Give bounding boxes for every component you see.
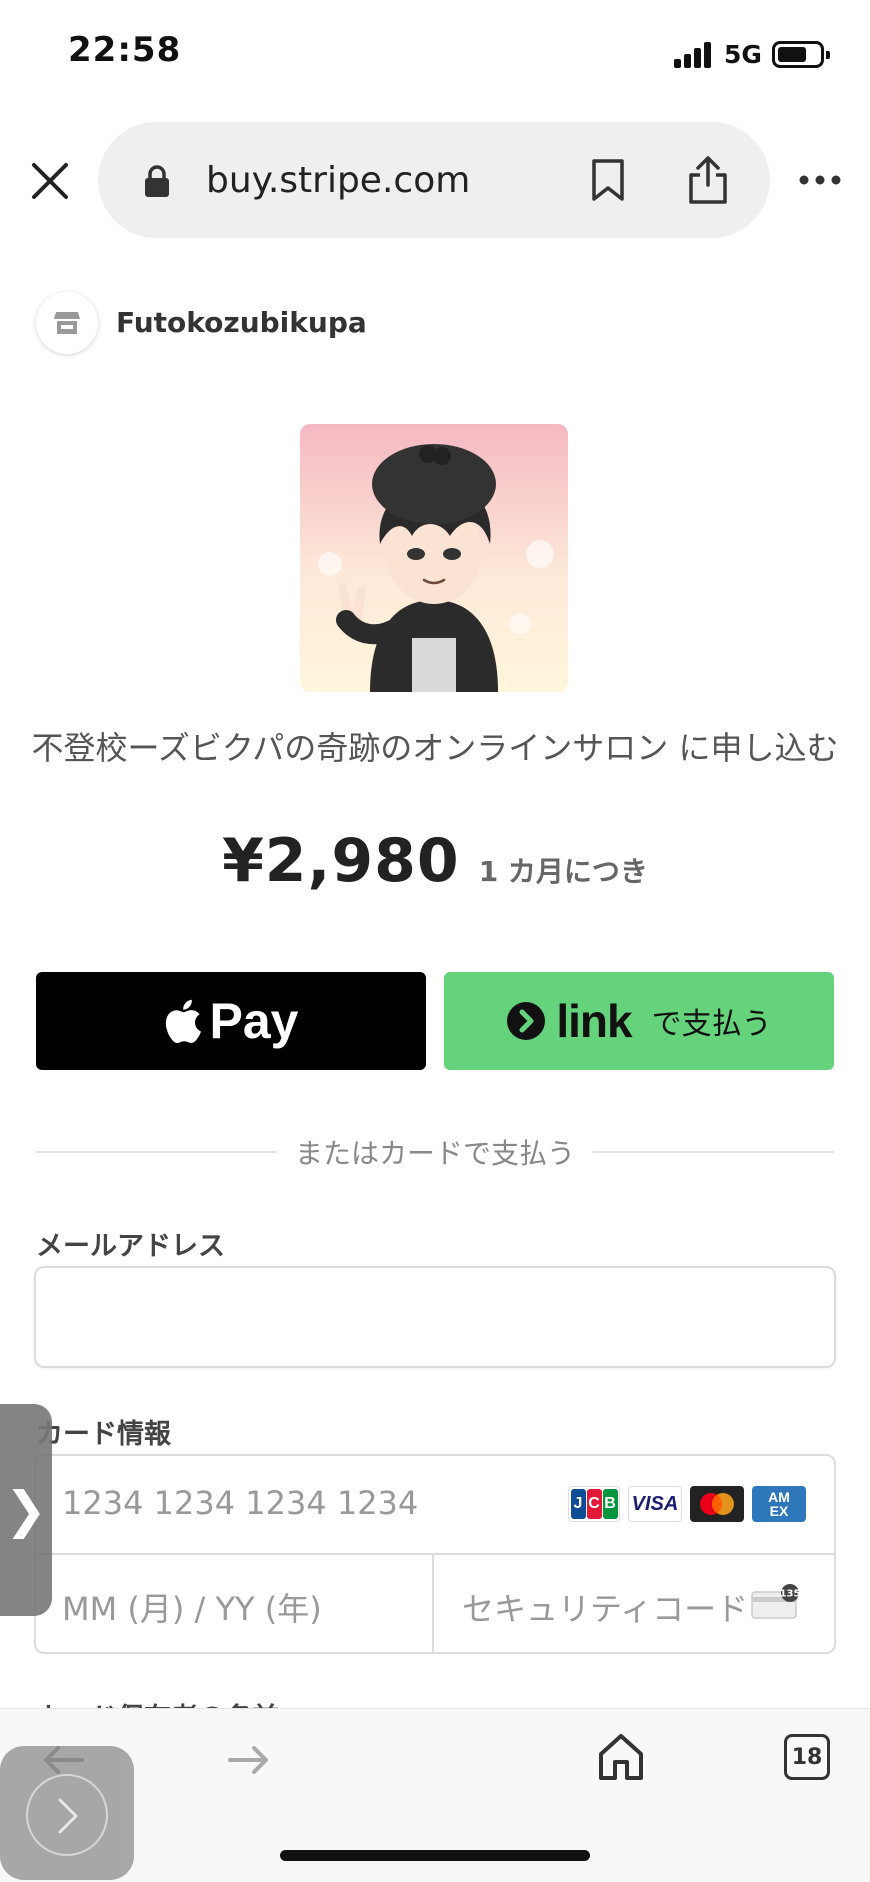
close-icon[interactable]: [24, 155, 76, 207]
card-divider-v: [432, 1553, 434, 1654]
card-info-label: カード情報: [36, 1419, 171, 1450]
link-pay-label: で支払う: [651, 1007, 772, 1042]
jcb-icon: JCB: [568, 1486, 620, 1522]
divider-text: またはカードで支払う: [295, 1137, 576, 1170]
link-arrow-icon: [507, 1002, 546, 1040]
apple-icon: [165, 999, 201, 1044]
share-icon[interactable]: [686, 155, 730, 205]
cvc-badge-text: 135: [780, 1589, 801, 1600]
apple-pay-button[interactable]: Pay: [36, 972, 426, 1070]
lock-icon: [142, 164, 172, 198]
chevron-right-icon: ❯: [5, 1481, 47, 1539]
signal-icon: [674, 42, 712, 68]
card-number-field[interactable]: 1234 1234 1234 1234: [62, 1484, 418, 1522]
tabs-button[interactable]: 18: [784, 1734, 830, 1780]
assistive-touch-button[interactable]: [0, 1746, 134, 1880]
mastercard-icon: [690, 1486, 744, 1522]
email-field[interactable]: [34, 1266, 836, 1368]
side-panel-handle[interactable]: ❯: [0, 1404, 52, 1616]
email-label: メールアドレス: [36, 1231, 225, 1262]
home-icon[interactable]: [596, 1732, 646, 1782]
link-pay-button[interactable]: link で支払う: [444, 972, 834, 1070]
visa-icon: VISA: [628, 1486, 682, 1522]
store-icon: [36, 292, 98, 354]
apple-pay-label: Pay: [209, 993, 299, 1049]
battery-icon: [772, 41, 830, 68]
price-row: ¥2,980 1 カ月につき: [0, 826, 870, 896]
url-text[interactable]: buy.stripe.com: [206, 160, 470, 201]
price: ¥2,980: [222, 826, 460, 896]
or-divider: またはカードで支払う: [36, 1134, 835, 1170]
merchant-name: Futokozubikupa: [116, 306, 367, 339]
network-label: 5G: [724, 40, 762, 69]
amex-icon: AM EX: [752, 1486, 806, 1522]
status-time: 22:58: [68, 30, 182, 70]
more-icon[interactable]: [798, 168, 842, 192]
cvc-card-icon: 135: [750, 1584, 802, 1620]
bookmark-icon[interactable]: [590, 158, 626, 202]
product-image: [300, 424, 568, 692]
home-indicator: [280, 1850, 590, 1861]
card-divider-h: [34, 1553, 836, 1555]
link-logo-text: link: [556, 995, 632, 1047]
expiry-field[interactable]: MM (月) / YY (年): [62, 1584, 322, 1630]
forward-arrow-icon[interactable]: [226, 1740, 272, 1780]
price-interval: 1 カ月につき: [478, 855, 648, 888]
cvc-field[interactable]: セキュリティコード: [462, 1584, 748, 1630]
product-title: 不登校ーズビクパの奇跡のオンラインサロン に申し込む: [31, 729, 839, 767]
